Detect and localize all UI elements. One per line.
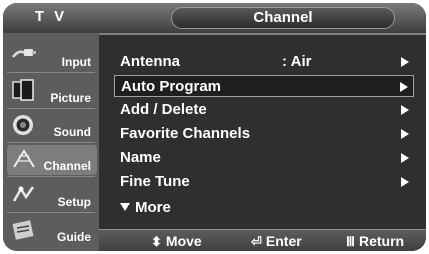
nav-move-label: Move (165, 233, 202, 249)
tv-osd-frame: T V Channel Input Picture Sound Channel … (3, 3, 426, 251)
picture-frames-icon (11, 79, 37, 101)
setup-icon (11, 183, 37, 205)
sidebar-item-label: Sound (53, 125, 91, 139)
arrow-right-icon (401, 153, 409, 163)
speaker-icon (11, 113, 37, 135)
menu-item-label: Auto Program (121, 78, 222, 95)
menu-item-add-delete[interactable]: Add / Delete (114, 99, 414, 121)
sidebar-item-setup[interactable]: Setup (7, 181, 97, 211)
sidebar-item-label: Setup (57, 195, 91, 209)
menu-item-label: Name (120, 149, 161, 166)
enter-icon: ⏎ (251, 234, 262, 249)
arrow-right-icon (401, 57, 409, 67)
nav-enter-label: Enter (265, 233, 302, 249)
menu-item-auto-program[interactable]: Auto Program (114, 75, 414, 97)
channel-menu-panel: Antenna : Air Auto Program Add / Delete … (99, 33, 426, 229)
divider (7, 108, 95, 109)
menu-item-value: : Air (282, 53, 312, 70)
nav-move: ⬍ Move (151, 233, 202, 250)
divider (7, 176, 95, 177)
guide-icon (11, 218, 37, 240)
menu-item-favorite-channels[interactable]: Favorite Channels (114, 123, 414, 145)
menu-item-antenna[interactable]: Antenna : Air (114, 51, 414, 73)
menu-item-name[interactable]: Name (114, 147, 414, 169)
sidebar-item-picture[interactable]: Picture (7, 77, 97, 107)
menu-title: Channel (171, 7, 395, 29)
menu-item-more[interactable]: More (114, 197, 414, 219)
nav-return: Ⅲ Return (346, 233, 404, 250)
bottom-nav-bar: ⬍ Move ⏎ Enter Ⅲ Return (99, 229, 426, 251)
sidebar-item-label: Picture (50, 91, 91, 105)
menu-item-label: Fine Tune (120, 173, 190, 190)
arrow-right-icon (401, 129, 409, 139)
return-icon: Ⅲ (346, 234, 355, 249)
sidebar-item-guide[interactable]: Guide (7, 216, 97, 246)
nav-enter: ⏎ Enter (251, 233, 302, 250)
arrow-right-icon (401, 177, 409, 187)
menu-item-label: Add / Delete (120, 101, 207, 118)
menu-item-label: Antenna (120, 53, 180, 70)
sidebar-item-label: Channel (43, 159, 91, 173)
sidebar-item-channel[interactable]: Channel (7, 145, 97, 175)
divider (7, 72, 95, 73)
sidebar-item-label: Guide (56, 230, 91, 244)
sidebar-item-sound[interactable]: Sound (7, 111, 97, 141)
divider (7, 142, 95, 143)
tv-label: T V (34, 8, 68, 25)
more-row: More (120, 197, 171, 219)
sidebar-item-input[interactable]: Input (7, 41, 97, 71)
sidebar-item-label: Input (61, 55, 91, 69)
header-bar: T V Channel (3, 3, 426, 33)
more-label: More (135, 199, 171, 216)
arrow-right-icon (401, 105, 409, 115)
cable-plug-icon (11, 43, 37, 65)
menu-item-fine-tune[interactable]: Fine Tune (114, 171, 414, 193)
menu-item-label: Favorite Channels (120, 125, 251, 142)
divider (7, 212, 95, 213)
up-down-arrow-icon: ⬍ (151, 234, 162, 249)
arrow-right-icon (400, 82, 408, 92)
nav-return-label: Return (358, 233, 405, 249)
sidebar: Input Picture Sound Channel Setup Guide (3, 33, 99, 251)
triangle-down-icon (120, 202, 130, 211)
antenna-icon (11, 147, 37, 169)
